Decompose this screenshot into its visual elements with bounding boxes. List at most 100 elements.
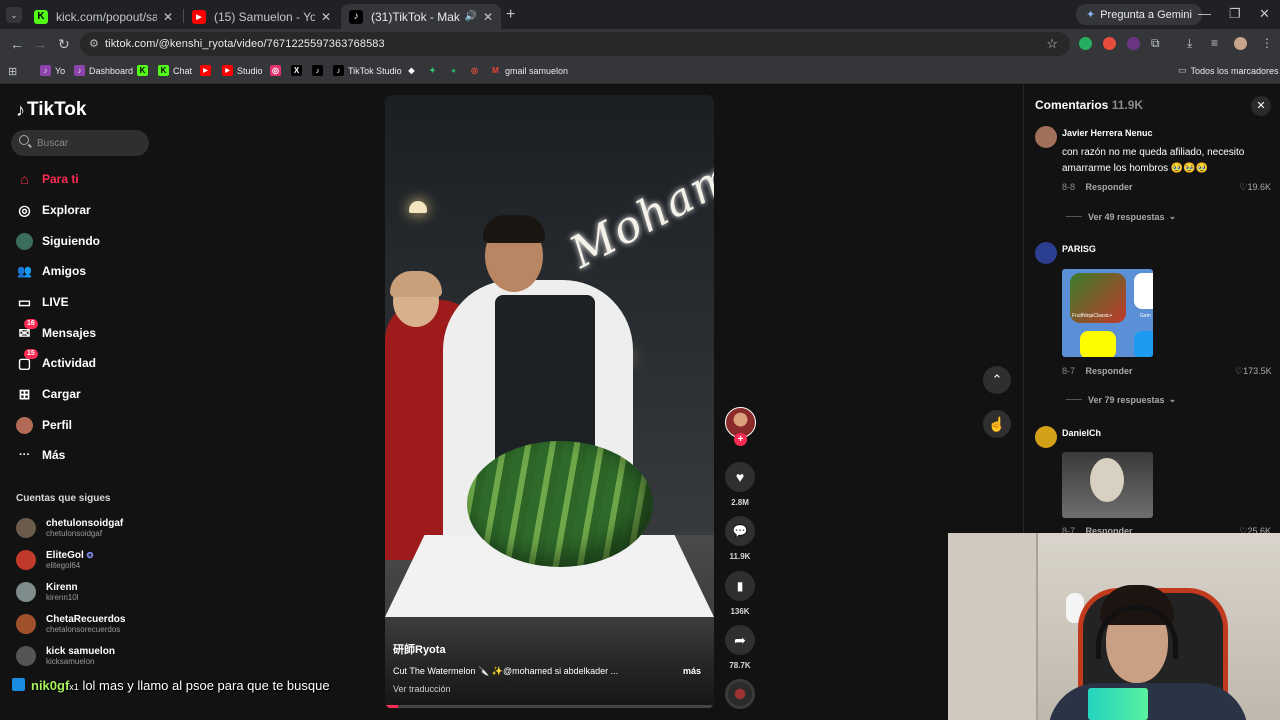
avatar[interactable]	[1035, 426, 1057, 448]
close-window-icon[interactable]: ✕	[1259, 6, 1270, 22]
view-replies-button[interactable]: Ver 49 respuestas ⌄	[1066, 211, 1176, 222]
media-controls-icon[interactable]: ≡	[1211, 36, 1218, 50]
comment-username[interactable]: DanielCh	[1062, 428, 1101, 438]
avatar[interactable]	[1035, 242, 1057, 264]
comment-action[interactable]: 💬 11.9K	[725, 516, 755, 561]
profile-avatar-icon[interactable]	[1234, 37, 1247, 50]
shield-extension-icon[interactable]	[1079, 37, 1092, 50]
nav-live[interactable]: ▭ LIVE	[16, 290, 69, 314]
address-bar[interactable]: ⚙ tiktok.com/@kenshi_ryota/video/7671225…	[80, 32, 1070, 56]
tab-search-button[interactable]: ⌄	[6, 7, 22, 23]
tiktok-logo[interactable]: ♪ TikTok	[16, 99, 86, 121]
comment-sticker-image[interactable]	[1062, 452, 1153, 518]
purple-extension-icon[interactable]	[1127, 37, 1140, 50]
comment-likes[interactable]: ♡19.6K	[1235, 182, 1271, 193]
bookmark-chat[interactable]: K Chat	[158, 65, 192, 76]
comment-sticker-image[interactable]: FruitNinjaClassic+ Gem	[1062, 269, 1153, 357]
like-action[interactable]: ♥ 2.8M	[725, 462, 755, 507]
bookmark-sparkle[interactable]: ✦	[427, 65, 442, 76]
bookmark-star-icon[interactable]: ☆	[1046, 36, 1058, 52]
menu-kebab-icon[interactable]: ⋮	[1261, 36, 1273, 50]
site-info-icon[interactable]: ⚙	[89, 37, 99, 50]
search-input[interactable]	[37, 134, 142, 152]
url-text[interactable]: tiktok.com/@kenshi_ryota/video/767122559…	[105, 38, 385, 50]
minimize-icon[interactable]: —	[1198, 6, 1211, 21]
nav-explore[interactable]: ◎ Explorar	[16, 198, 90, 222]
following-account[interactable]: ChetaRecuerdos chetalonsorecuerdos	[16, 610, 125, 638]
see-translation-link[interactable]: Ver traducción	[393, 684, 451, 694]
bookmark-tiktok-studio[interactable]: ♪ TikTok Studio	[333, 65, 402, 76]
following-account[interactable]: Kirenn kirenn10l	[16, 578, 78, 606]
nav-more[interactable]: ··· Más	[16, 443, 65, 467]
video-player[interactable]: Mohamed 研師Ryota Cut The Watermelon 🔪 ✨@m…	[385, 95, 714, 709]
like-count: 19.6K	[1247, 182, 1271, 192]
tab-youtube[interactable]: ▶ (15) Samuelon - YouTube ✕	[184, 4, 339, 29]
video-author[interactable]: 研師Ryota	[393, 641, 446, 657]
share-arrow-icon[interactable]: ➦	[725, 625, 755, 655]
nav-profile[interactable]: Perfil	[16, 413, 72, 437]
bookmark-instagram[interactable]: ◎	[270, 65, 285, 76]
tab-tiktok[interactable]: ♪ (31)TikTok - Make Your Day 🔊 ✕	[341, 4, 501, 29]
bookmark-x[interactable]: X	[291, 65, 306, 76]
previous-video-button[interactable]: ⌃	[983, 366, 1011, 394]
avatar[interactable]	[1035, 126, 1057, 148]
close-tab-icon[interactable]: ✕	[321, 10, 331, 24]
close-tab-icon[interactable]: ✕	[163, 10, 173, 24]
person-hair	[390, 271, 442, 297]
bookmark-diamond[interactable]: ◆	[406, 65, 421, 76]
caption-more-link[interactable]: más	[683, 666, 701, 676]
new-tab-button[interactable]: +	[506, 6, 515, 24]
following-account[interactable]: chetulonsoidgaf chetulonsoidgaf	[16, 514, 123, 542]
gemini-button[interactable]: ✦ Pregunta a Gemini	[1076, 4, 1202, 25]
nav-upload[interactable]: ⊞ Cargar	[16, 382, 81, 406]
save-action[interactable]: ▮ 136K	[725, 571, 755, 616]
bookmark-icon[interactable]: ▮	[725, 571, 755, 601]
forward-arrow-icon[interactable]: →	[33, 36, 47, 52]
heart-icon[interactable]: ♥	[725, 462, 755, 492]
bookmark-red[interactable]: ◎	[469, 65, 484, 76]
bookmark-dashboard[interactable]: ♪ Dashboard	[74, 65, 133, 76]
all-bookmarks[interactable]: ▭ Todos los marcadores	[1178, 65, 1279, 76]
bookmark-studio[interactable]: ▶ Studio	[222, 65, 263, 76]
extensions-puzzle-icon[interactable]: ⧉	[1151, 36, 1160, 51]
tab-kick-chat[interactable]: K kick.com/popout/samuelon/chat ✕	[26, 4, 181, 29]
comment-likes[interactable]: ♡173.5K	[1235, 366, 1272, 377]
following-account[interactable]: kick samuelon kicksamuelon	[16, 642, 115, 670]
back-arrow-icon[interactable]: ←	[10, 36, 24, 52]
close-tab-icon[interactable]: ✕	[483, 10, 493, 24]
search-box[interactable]	[11, 130, 149, 156]
apps-grid-icon[interactable]: ⊞	[8, 65, 17, 78]
next-video-button[interactable]: ☝	[983, 410, 1011, 438]
comment-username[interactable]: PARISG	[1062, 244, 1096, 254]
nav-following[interactable]: Siguiendo	[16, 229, 100, 253]
music-disc-icon[interactable]	[725, 679, 755, 709]
bookmark-yo[interactable]: ♪ Yo	[40, 65, 65, 76]
reply-button[interactable]: Responder	[1086, 366, 1133, 376]
reload-icon[interactable]: ↻	[58, 36, 70, 53]
bookmark-tiktok[interactable]: ♪	[312, 65, 327, 76]
nav-for-you[interactable]: ⌂ Para ti	[16, 167, 78, 191]
view-replies-button[interactable]: Ver 79 respuestas ⌄	[1066, 394, 1176, 405]
nav-friends[interactable]: 👥 Amigos	[16, 259, 86, 283]
bookmark-youtube[interactable]: ▶	[200, 65, 215, 76]
share-action[interactable]: ➦ 78.7K	[725, 625, 755, 670]
bookmark-green[interactable]: ●	[448, 65, 463, 76]
reply-button[interactable]: Responder	[1086, 182, 1133, 192]
follow-plus-icon[interactable]: +	[734, 433, 747, 446]
bookmark-gmail[interactable]: Mgmail samuelon	[490, 65, 568, 76]
comment-bubble-icon[interactable]: 💬	[725, 516, 755, 546]
close-comments-button[interactable]: ✕	[1251, 96, 1271, 116]
speaker-icon[interactable]: 🔊	[464, 11, 476, 22]
bookmark-kick[interactable]: K	[137, 65, 152, 76]
nav-messages[interactable]: ✉ 16 Mensajes	[16, 318, 96, 345]
red-extension-icon[interactable]	[1103, 37, 1116, 50]
following-account[interactable]: EliteGol ✪ elitegol64	[16, 546, 93, 574]
youtube-icon: ▶	[200, 65, 211, 76]
comment-username[interactable]: Javier Herrera Nenuc	[1062, 128, 1153, 138]
account-name: ChetaRecuerdos	[46, 613, 126, 625]
download-icon[interactable]: ⤓	[1187, 36, 1192, 51]
nav-activity[interactable]: ▢ 15 Actividad	[16, 348, 96, 375]
restore-icon[interactable]: ❐	[1229, 6, 1241, 22]
nav-label: Más	[42, 448, 66, 462]
video-progress-bar[interactable]	[385, 705, 714, 708]
